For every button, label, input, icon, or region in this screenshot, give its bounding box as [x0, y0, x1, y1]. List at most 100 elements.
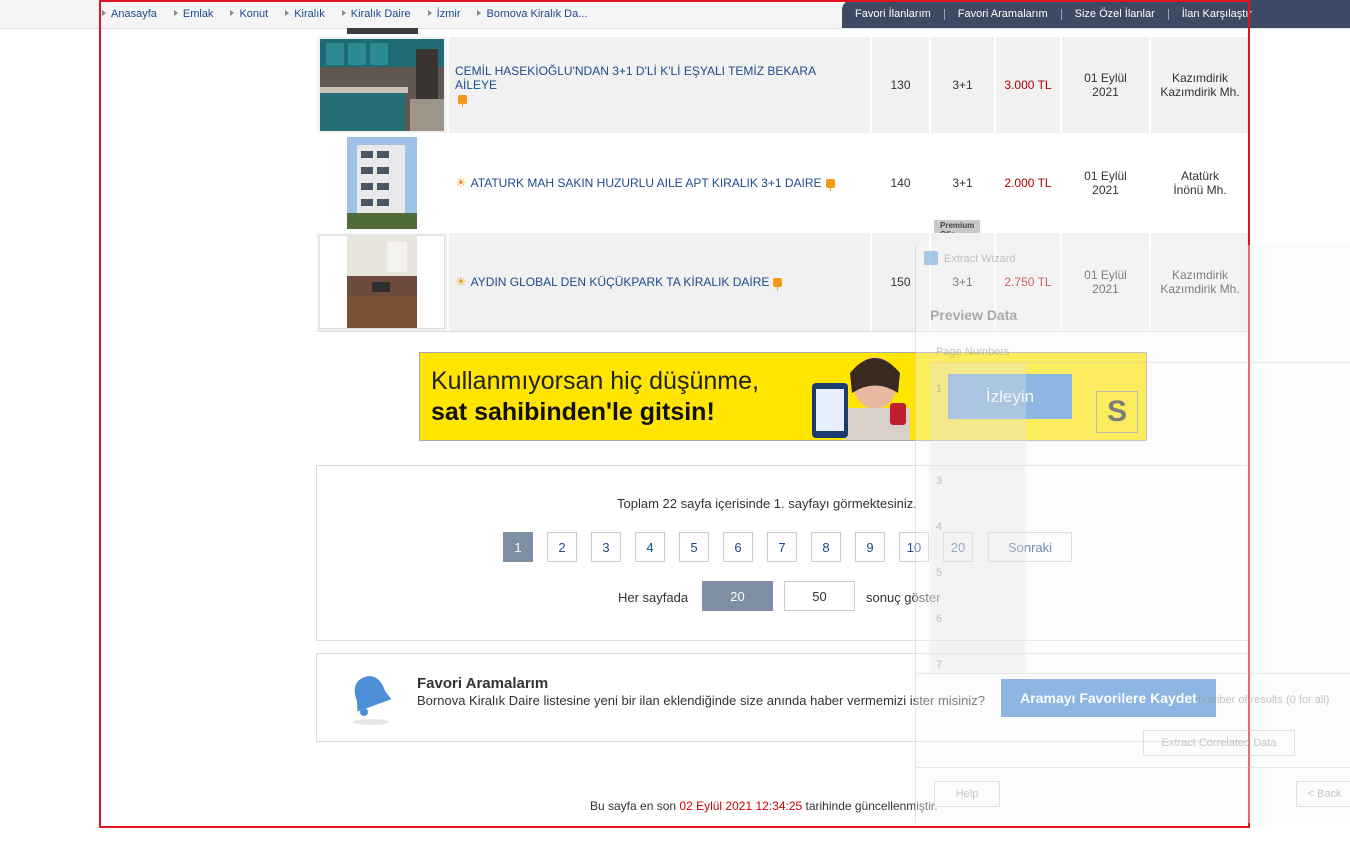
last-updated-datetime: 02 Eylül 2021 12:34:25 — [679, 799, 803, 813]
wizard-app-icon — [924, 251, 938, 265]
extract-wizard-overlay[interactable]: Extract Wizard Preview Data Page Numbers… — [915, 245, 1350, 823]
wizard-results-option[interactable]: number of results (0 for all) — [1198, 694, 1329, 706]
listing-title-link[interactable]: CEMİL HASEKİOĞLU'NDAN 3+1 D'Lİ K'Lİ EŞYA… — [455, 64, 815, 92]
page-button-8[interactable]: 8 — [811, 532, 841, 562]
page-button-5[interactable]: 5 — [679, 532, 709, 562]
breadcrumb-emlak[interactable]: Emlak — [173, 7, 214, 20]
wizard-divider — [916, 673, 1350, 674]
ad-banner-line1: Kullanmıyorsan hiç düşünme, — [431, 367, 759, 395]
listing-title-link[interactable]: AYDIN GLOBAL DEN KÜÇÜKPARK TA KİRALIK DA… — [471, 275, 770, 289]
breadcrumb-label: Konut — [239, 7, 269, 20]
breadcrumb-label: İzmir — [436, 7, 461, 20]
listing-m2: 130 — [872, 37, 931, 133]
map-pin-icon[interactable] — [458, 95, 467, 107]
caret-right-icon — [102, 9, 106, 16]
wizard-title: Extract Wizard — [944, 253, 1016, 265]
listing-location: Kazımdirik Kazımdirik Mh. — [1151, 37, 1249, 133]
listing-date-year: 2021 — [1092, 183, 1119, 197]
highlight-sun-icon: ☀ — [455, 175, 467, 190]
wizard-row-number: 5 — [936, 567, 943, 579]
top-bar: Anasayfa Emlak Konut Kiralık Kiralık Dai… — [0, 0, 1350, 29]
partial-listing-thumb[interactable] — [347, 28, 418, 34]
breadcrumb-label: Kiralık — [294, 7, 325, 20]
listing-location: Atatürk İnönü Mh. — [1151, 135, 1249, 231]
listing-row[interactable]: ☀ ATATURK MAH SAKIN HUZURLU AILE APT KIR… — [317, 135, 1249, 240]
breadcrumb-label: Anasayfa — [111, 7, 157, 20]
extract-correlated-button[interactable]: Extract Correlated Data — [1143, 730, 1295, 756]
listing-date-day: 01 Eylül — [1084, 169, 1127, 183]
bell-icon — [353, 676, 392, 725]
listing-thumbnail[interactable] — [317, 233, 449, 331]
breadcrumb-kiralik-daire[interactable]: Kiralık Daire — [341, 7, 411, 20]
listing-rooms: 3+1 — [931, 135, 996, 231]
page-button-4[interactable]: 4 — [635, 532, 665, 562]
breadcrumb-label: Emlak — [182, 7, 214, 20]
listing-location-neighborhood: İnönü Mh. — [1173, 183, 1227, 197]
breadcrumb-konut[interactable]: Konut — [230, 8, 268, 20]
nav-favori-aramalarim[interactable]: Favori Aramalarım — [945, 8, 1062, 20]
listing-rooms: 3+1 — [931, 37, 996, 133]
listing-price: 2.000 TL — [996, 135, 1062, 231]
listing-location-district: Kazımdirik — [1171, 71, 1228, 85]
wizard-column-body — [930, 363, 1026, 673]
building-photo[interactable] — [347, 137, 417, 229]
breadcrumb-anasayfa[interactable]: Anasayfa — [102, 8, 157, 20]
breadcrumb-label: Kiralık Daire — [350, 7, 411, 20]
per-page-50-button[interactable]: 50 — [784, 581, 855, 611]
page-button-2[interactable]: 2 — [547, 532, 577, 562]
wizard-heading: Preview Data — [930, 307, 1018, 323]
nav-ilan-karsilastir[interactable]: İlan Karşılaştır — [1169, 8, 1265, 20]
caret-right-icon — [285, 9, 290, 16]
favorite-search-title: Favori Aramalarım — [417, 675, 549, 692]
page-button-9[interactable]: 9 — [855, 532, 885, 562]
caret-right-icon — [427, 9, 432, 16]
listing-m2: 140 — [872, 135, 931, 231]
nav-favori-ilanlarim[interactable]: Favori İlanlarım — [842, 8, 945, 20]
caret-right-icon — [230, 9, 235, 16]
caret-right-icon — [173, 9, 178, 16]
listing-date-year: 2021 — [1092, 85, 1119, 99]
breadcrumb-izmir[interactable]: İzmir — [427, 7, 461, 20]
wizard-row-number: 1 — [936, 383, 943, 395]
listing-title-cell: CEMİL HASEKİOĞLU'NDAN 3+1 D'Lİ K'Lİ EŞYA… — [449, 37, 872, 133]
caret-right-icon — [341, 9, 346, 16]
breadcrumb-label: Bornova Kiralık Da... — [486, 7, 588, 20]
ad-person-illustration — [812, 357, 910, 440]
listing-title-cell: ☀ ATATURK MAH SAKIN HUZURLU AILE APT KIR… — [449, 135, 981, 240]
wizard-row-number: 7 — [936, 659, 943, 671]
kitchen-photo[interactable] — [320, 39, 444, 131]
per-page-20-button[interactable]: 20 — [702, 581, 773, 611]
listing-thumbnail-frame — [319, 235, 445, 329]
breadcrumb-bornova[interactable]: Bornova Kiralık Da... — [477, 8, 587, 20]
breadcrumb-kiralik[interactable]: Kiralık — [285, 8, 325, 20]
listing-thumbnail[interactable] — [317, 37, 449, 133]
page-button-6[interactable]: 6 — [723, 532, 753, 562]
caret-right-icon — [477, 9, 482, 16]
living-room-photo[interactable] — [347, 236, 417, 328]
wizard-row-number: 3 — [936, 475, 943, 487]
listing-thumbnail[interactable] — [317, 135, 449, 231]
pagination-summary: Toplam 22 sayfa içerisinde 1. sayfayı gö… — [617, 496, 917, 511]
last-updated-prefix: Bu sayfa en son — [590, 799, 677, 813]
wizard-column-header: Page Numbers — [930, 342, 1350, 363]
favorite-search-description: Bornova Kiralık Daire listesine yeni bir… — [417, 693, 985, 708]
last-updated-text: Bu sayfa en son 02 Eylül 2021 12:34:25 t… — [590, 799, 938, 813]
listing-title-link[interactable]: ATATURK MAH SAKIN HUZURLU AILE APT KIRAL… — [471, 176, 822, 190]
listing-location-neighborhood: Kazımdirik Mh. — [1160, 85, 1240, 99]
listing-row[interactable]: CEMİL HASEKİOĞLU'NDAN 3+1 D'Lİ K'Lİ EŞYA… — [317, 37, 1249, 133]
page-button-3[interactable]: 3 — [591, 532, 621, 562]
wizard-back-button[interactable]: < Back — [1296, 781, 1350, 807]
user-nav: Favori İlanlarım Favori Aramalarım Size … — [842, 0, 1350, 28]
wizard-help-button[interactable]: Help — [934, 781, 1000, 807]
page-button-1[interactable]: 1 — [503, 532, 533, 562]
listing-location-district: Atatürk — [1180, 169, 1219, 183]
wizard-divider — [916, 767, 1350, 768]
per-page-label: Her sayfada — [618, 590, 689, 605]
nav-size-ozel-ilanlar[interactable]: Size Özel İlanlar — [1062, 8, 1169, 20]
map-pin-icon[interactable] — [773, 277, 783, 290]
listing-title-cell: ☀ AYDIN GLOBAL DEN KÜÇÜKPARK TA KİRALIK … — [449, 233, 872, 331]
wizard-row-number: 4 — [936, 521, 943, 533]
page-button-7[interactable]: 7 — [767, 532, 797, 562]
map-pin-icon[interactable] — [825, 178, 835, 191]
ad-banner-line2: sat sahibinden'le gitsin! — [431, 398, 715, 426]
